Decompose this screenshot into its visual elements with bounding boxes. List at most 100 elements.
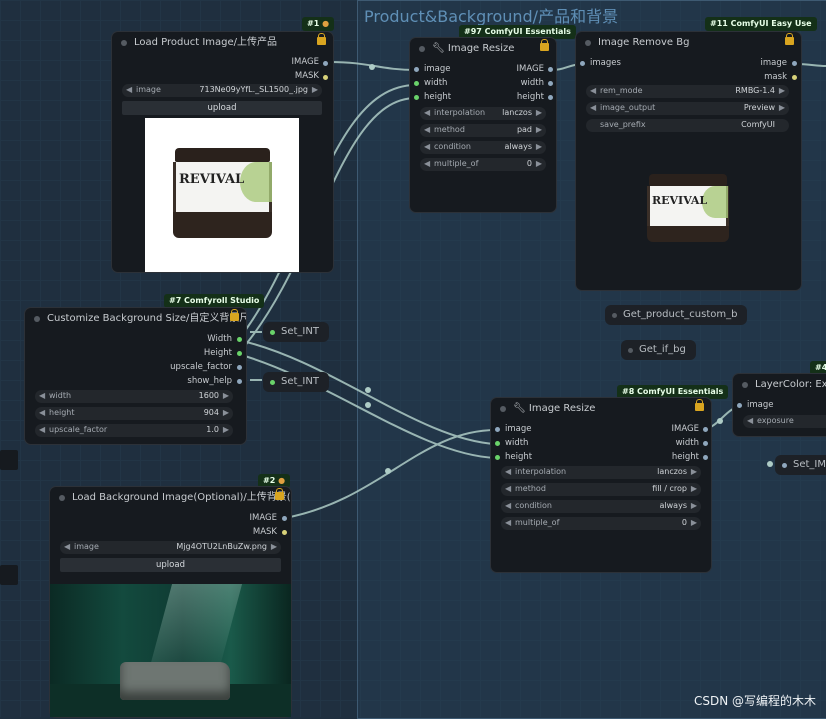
wire-bg-to-resize8 bbox=[284, 429, 497, 519]
jar-label-text: REVIVAL bbox=[652, 194, 708, 207]
output-height-label: height bbox=[516, 92, 544, 102]
product-preview-image: REVIVAL bbox=[145, 118, 299, 272]
output-image-port[interactable] bbox=[792, 61, 797, 66]
reroute-dot-2 bbox=[365, 387, 371, 393]
output-width-label: Width bbox=[207, 334, 232, 344]
node-title: Load Background Image(Optional)/上传背景(可选) bbox=[50, 487, 291, 509]
output-upscale-factor-label: upscale_factor bbox=[170, 362, 232, 372]
save-prefix-field[interactable]: save_prefix ComfyUI bbox=[586, 119, 789, 132]
wrench-icon: 🔧︎ bbox=[513, 403, 526, 414]
node-id-badge: #11 ComfyUI Easy Use bbox=[705, 17, 817, 31]
output-mask-port[interactable] bbox=[792, 75, 797, 80]
node-image-resize-8[interactable]: 🔧︎ Image Resize image width height IMAGE… bbox=[491, 398, 711, 572]
input-width-port[interactable] bbox=[495, 441, 500, 446]
width-stepper[interactable]: ◀ width 1600 ▶ bbox=[35, 390, 233, 403]
input-width-label: width bbox=[424, 78, 448, 88]
upload-button[interactable]: upload bbox=[60, 558, 281, 572]
output-width-port[interactable] bbox=[703, 441, 708, 446]
node-customize-background-size[interactable]: Customize Background Size/自定义背景尺寸 Width … bbox=[25, 308, 246, 444]
input-width-label: width bbox=[505, 438, 529, 448]
node-image-remove-bg[interactable]: Image Remove Bg images image mask ◀ rem_m… bbox=[576, 32, 801, 290]
lock-icon bbox=[695, 399, 704, 411]
reroute-dot-6 bbox=[767, 461, 773, 467]
output-show-help-port[interactable] bbox=[237, 379, 242, 384]
upscale-factor-stepper[interactable]: ◀ upscale_factor 1.0 ▶ bbox=[35, 424, 233, 437]
arrow-left-icon[interactable]: ◀ bbox=[64, 542, 70, 551]
input-height-label: height bbox=[505, 452, 533, 462]
reroute-dot-3 bbox=[365, 402, 371, 408]
set-int-node-2[interactable]: Set_INT bbox=[263, 372, 329, 392]
method-select[interactable]: ◀ method pad ▶ bbox=[420, 124, 546, 137]
output-image-label: IMAGE bbox=[249, 513, 277, 523]
input-image-port[interactable] bbox=[414, 67, 419, 72]
condition-select[interactable]: ◀ condition always ▶ bbox=[420, 141, 546, 154]
image-select[interactable]: ◀ image 713Ne09yYfL._SL1500_.jpg ▶ bbox=[122, 84, 322, 97]
removed-bg-preview-image: REVIVAL bbox=[646, 172, 730, 242]
output-show-help-label: show_help bbox=[187, 376, 232, 386]
node-id-badge: #2 ● bbox=[258, 474, 291, 488]
interpolation-select[interactable]: ◀ interpolation lanczos ▶ bbox=[420, 107, 546, 120]
node-id-badge: #97 ComfyUI Essentials bbox=[459, 25, 576, 39]
multiple-of-stepper[interactable]: ◀ multiple_of 0 ▶ bbox=[501, 517, 701, 530]
image-output-select[interactable]: ◀ image_output Preview ▶ bbox=[586, 102, 789, 115]
upload-button[interactable]: upload bbox=[122, 101, 322, 115]
node-load-background-image[interactable]: Load Background Image(Optional)/上传背景(可选)… bbox=[50, 487, 291, 717]
output-image-label: IMAGE bbox=[516, 64, 544, 74]
input-image-port[interactable] bbox=[495, 427, 500, 432]
method-select[interactable]: ◀ method fill / crop ▶ bbox=[501, 483, 701, 496]
node-layer-color-exposure[interactable]: LayerColor: Expo image ◀exposure bbox=[733, 374, 826, 436]
node-title: 🔧︎ Image Resize bbox=[410, 38, 556, 60]
lock-icon bbox=[540, 39, 549, 51]
watermark: CSDN @写编程的木木 bbox=[693, 694, 816, 708]
multiple-of-stepper[interactable]: ◀ multiple_of 0 ▶ bbox=[420, 158, 546, 171]
output-image-port[interactable] bbox=[282, 516, 287, 521]
rem-mode-select[interactable]: ◀ rem_mode RMBG-1.4 ▶ bbox=[586, 85, 789, 98]
output-image-port[interactable] bbox=[703, 427, 708, 432]
input-height-port[interactable] bbox=[414, 95, 419, 100]
image-select[interactable]: ◀ image Mjg4OTU2LnBuZw.png ▶ bbox=[60, 541, 281, 554]
arrow-right-icon[interactable]: ▶ bbox=[271, 542, 277, 551]
output-image-label: image bbox=[760, 58, 787, 68]
node-id-badge: #7 Comfyroll Studio bbox=[164, 294, 265, 308]
output-height-port[interactable] bbox=[703, 455, 708, 460]
input-image-port[interactable] bbox=[737, 403, 742, 408]
output-image-port[interactable] bbox=[548, 67, 553, 72]
set-int-node-1[interactable]: Set_INT bbox=[263, 322, 329, 342]
node-id-badge: #8 ComfyUI Essentials bbox=[617, 385, 729, 399]
input-height-label: height bbox=[424, 92, 452, 102]
output-height-port[interactable] bbox=[237, 351, 242, 356]
lock-icon bbox=[317, 33, 326, 45]
output-width-label: width bbox=[675, 438, 699, 448]
lock-icon bbox=[785, 33, 794, 45]
output-image-port[interactable] bbox=[323, 61, 328, 66]
condition-select[interactable]: ◀ condition always ▶ bbox=[501, 500, 701, 513]
output-height-port[interactable] bbox=[548, 95, 553, 100]
get-product-custom-node[interactable]: Get_product_custom_b bbox=[605, 305, 748, 325]
partial-node-edge-1[interactable] bbox=[0, 450, 18, 470]
interpolation-select[interactable]: ◀ interpolation lanczos ▶ bbox=[501, 466, 701, 479]
height-stepper[interactable]: ◀ height 904 ▶ bbox=[35, 407, 233, 420]
output-mask-port[interactable] bbox=[282, 530, 287, 535]
input-height-port[interactable] bbox=[495, 455, 500, 460]
node-load-product-image[interactable]: Load Product Image/上传产品 IMAGE MASK ◀ ima… bbox=[112, 32, 333, 272]
node-image-resize-97[interactable]: 🔧︎ Image Resize image width height IMAGE… bbox=[410, 38, 556, 212]
background-preview-image bbox=[50, 584, 291, 717]
exposure-stepper[interactable]: ◀ exposure bbox=[743, 415, 826, 428]
node-title: 🔧︎ Image Resize bbox=[491, 398, 711, 420]
input-images-port[interactable] bbox=[580, 61, 585, 66]
output-width-label: width bbox=[520, 78, 544, 88]
output-height-label: Height bbox=[203, 348, 232, 358]
input-image-label: image bbox=[747, 400, 774, 410]
get-if-bg-node[interactable]: Get_if_bg bbox=[621, 340, 696, 360]
output-mask-label: MASK bbox=[252, 527, 277, 537]
node-title: Image Remove Bg bbox=[576, 32, 801, 54]
output-width-port[interactable] bbox=[237, 337, 242, 342]
output-upscale-factor-port[interactable] bbox=[237, 365, 242, 370]
set-im-node[interactable]: Set_IM bbox=[775, 455, 826, 475]
partial-node-edge-2[interactable] bbox=[0, 565, 18, 585]
arrow-right-icon[interactable]: ▶ bbox=[312, 85, 318, 94]
input-width-port[interactable] bbox=[414, 81, 419, 86]
output-mask-port[interactable] bbox=[323, 75, 328, 80]
arrow-left-icon[interactable]: ◀ bbox=[126, 85, 132, 94]
output-width-port[interactable] bbox=[548, 81, 553, 86]
